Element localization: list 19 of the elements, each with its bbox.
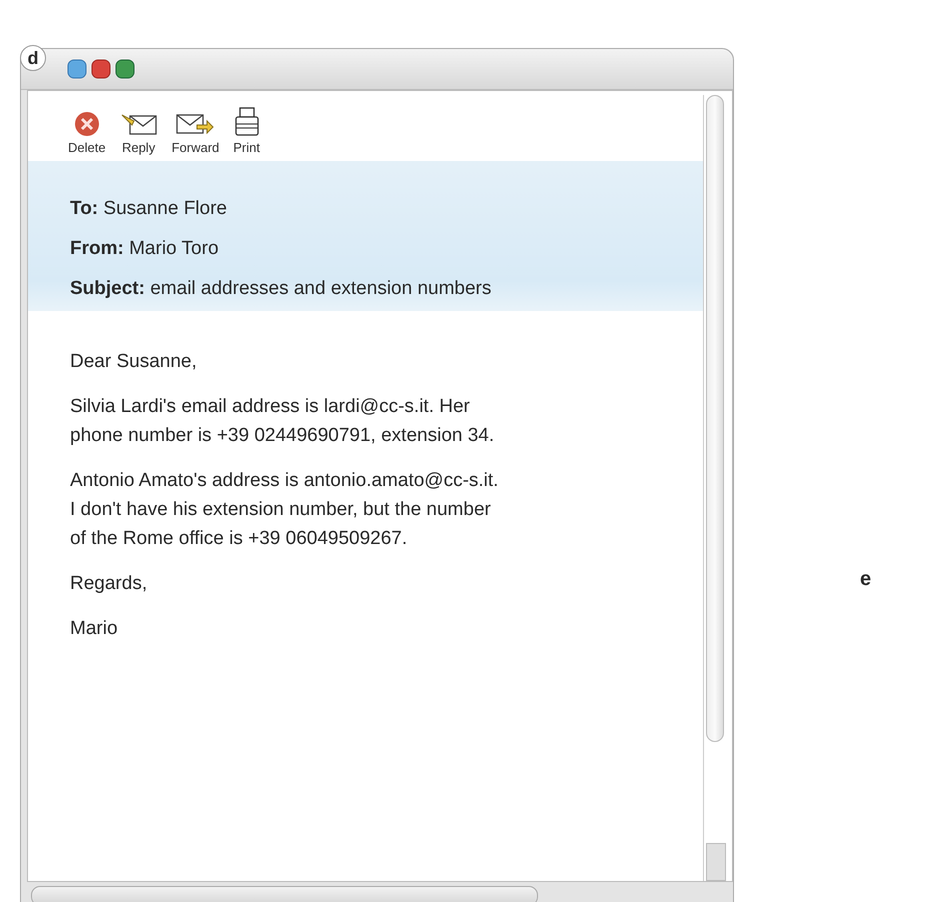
printer-icon (234, 107, 259, 137)
message-paragraph: Regards, (70, 572, 148, 596)
forward-button[interactable]: Forward (168, 99, 224, 155)
message-paragraph: Silvia Lardi's email address is lardi@cc-s.it. Her phone number is +39 02449690791, extension 34. (70, 395, 496, 448)
message-paragraph: Antonio Amato's address is antonio.amato@cc-s.it. I don't have his extension number, but the number of the Rome office is +39 06049509267. (70, 469, 500, 551)
header-field: To: Susanne Flore (70, 189, 703, 229)
message-paragraph: Dear Susanne, (70, 350, 198, 374)
horizontal-scrollbar[interactable] (31, 886, 538, 902)
header-field: From: Mario Toro (70, 229, 703, 269)
scroll-thumb[interactable] (706, 95, 724, 742)
panel-label: d (20, 45, 46, 71)
panel-label: e (860, 568, 872, 591)
reply-button[interactable]: Reply (116, 99, 162, 155)
message-paragraph: Mario (70, 617, 119, 641)
delete-icon (74, 111, 100, 137)
delete-button[interactable]: Delete (64, 99, 110, 155)
print-button[interactable]: Print (229, 99, 264, 155)
header-field: Subject: email addresses and extension numbers (70, 269, 703, 309)
vertical-scrollbar[interactable] (703, 95, 726, 881)
